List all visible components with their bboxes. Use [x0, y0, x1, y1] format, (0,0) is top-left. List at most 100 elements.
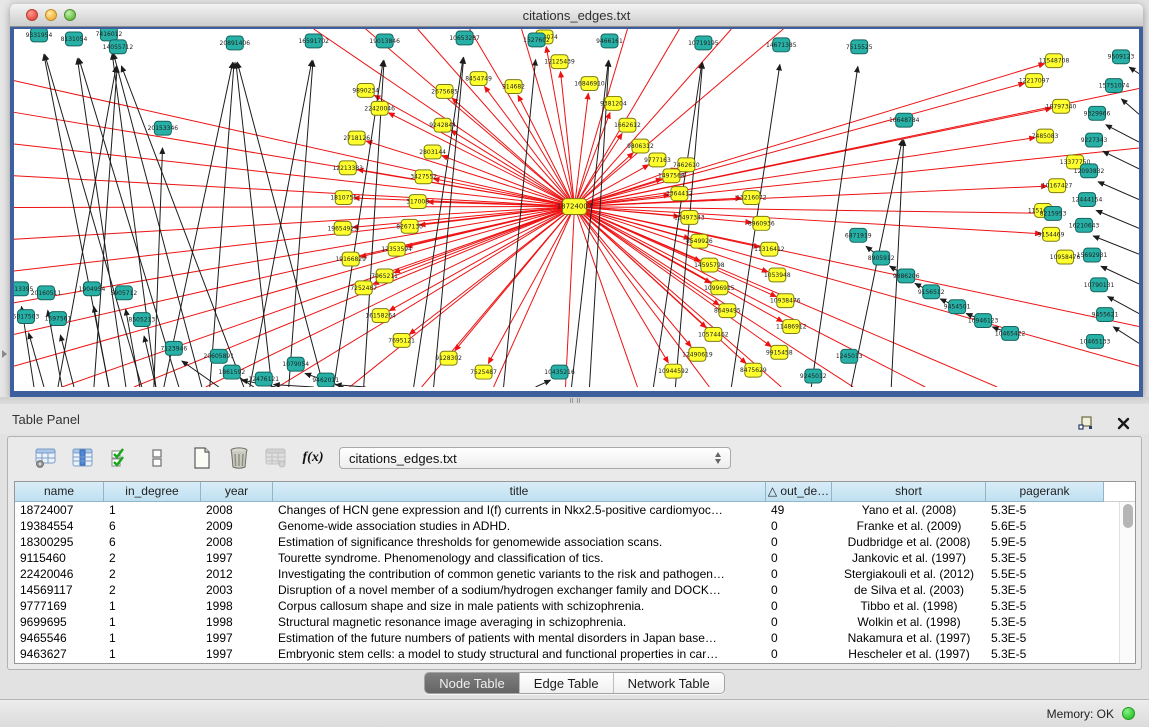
- graph-edge[interactable]: [452, 98, 574, 206]
- close-window-button[interactable]: [26, 9, 38, 21]
- function-builder-icon[interactable]: f(x): [301, 446, 325, 470]
- graph-edge[interactable]: [575, 207, 854, 387]
- node-table: namein_degreeyeartitle△ out_de…shortpage…: [14, 481, 1136, 664]
- tab-edge-table[interactable]: Edge Table: [520, 673, 614, 693]
- table-row[interactable]: 1830029562008Estimation of significance …: [15, 534, 1119, 550]
- graph-edge[interactable]: [206, 207, 575, 387]
- graph-node-label: 16591702: [298, 38, 329, 45]
- graph-edge[interactable]: [14, 81, 575, 207]
- graph-edge[interactable]: [29, 333, 44, 387]
- graph-node-label: 19654925: [327, 225, 358, 232]
- tab-node-table[interactable]: Node Table: [425, 673, 520, 693]
- table-cell: 0: [766, 534, 832, 550]
- graph-edge[interactable]: [575, 29, 628, 207]
- table-cell: 49: [766, 502, 832, 518]
- graph-edge[interactable]: [575, 207, 1044, 214]
- graph-edge[interactable]: [1096, 210, 1139, 228]
- graph-edge[interactable]: [1103, 151, 1139, 168]
- graph-edge[interactable]: [77, 59, 126, 387]
- graph-edge[interactable]: [488, 207, 574, 364]
- table-cell: 1: [104, 646, 201, 662]
- scrollbar-thumb[interactable]: [1123, 504, 1133, 528]
- table-cell: 6: [104, 518, 201, 534]
- column-header-title[interactable]: title: [273, 482, 766, 502]
- minimize-window-button[interactable]: [45, 9, 57, 21]
- delete-table-icon[interactable]: [227, 446, 251, 470]
- graph-node-label: 16648784: [889, 117, 920, 124]
- panel-splitter[interactable]: [0, 397, 1149, 404]
- graph-node-label: 7515525: [846, 44, 873, 51]
- column-header-outde[interactable]: △ out_de…: [766, 482, 832, 502]
- graph-edge[interactable]: [250, 61, 312, 387]
- graph-edge[interactable]: [811, 67, 858, 387]
- column-header-short[interactable]: short: [832, 482, 986, 502]
- graph-edge[interactable]: [1113, 327, 1139, 343]
- graph-node-label: 19013846: [369, 38, 400, 45]
- table-row[interactable]: 2242004622012Investigating the contribut…: [15, 566, 1119, 582]
- table-cell: Yano et al. (2008): [832, 502, 986, 518]
- graph-edge[interactable]: [14, 207, 575, 208]
- table-row[interactable]: 1456911722003Disruption of a novel membe…: [15, 582, 1119, 598]
- west-panel-collapse-strip[interactable]: [0, 0, 10, 397]
- graph-edge[interactable]: [485, 87, 575, 207]
- table-cell: 14569117: [15, 582, 104, 598]
- column-pair-icon[interactable]: [145, 446, 169, 470]
- graph-node-label: 14671385: [766, 42, 797, 49]
- column-header-pagerank[interactable]: pagerank: [986, 482, 1104, 502]
- table-cell: 1: [104, 502, 201, 518]
- graph-edge[interactable]: [575, 207, 669, 363]
- graph-node-label: 12476121: [249, 376, 280, 383]
- new-table-icon[interactable]: [190, 446, 214, 470]
- window-titlebar[interactable]: citations_edges.txt: [10, 4, 1143, 27]
- graph-edge[interactable]: [113, 53, 201, 387]
- column-header-indegree[interactable]: in_degree: [104, 482, 201, 502]
- graph-node-label: 2675685: [431, 88, 458, 95]
- show-columns-icon[interactable]: [71, 446, 95, 470]
- table-row[interactable]: 977716911998Corpus callosum shape and si…: [15, 598, 1119, 614]
- column-header-year[interactable]: year: [201, 482, 273, 502]
- graph-edge[interactable]: [58, 67, 116, 387]
- graph-edge[interactable]: [1098, 182, 1139, 200]
- graph-edge[interactable]: [575, 29, 732, 207]
- row-checks-icon[interactable]: [108, 446, 132, 470]
- graph-edge[interactable]: [536, 380, 551, 387]
- table-row[interactable]: 1938455462009Genome-wide association stu…: [15, 518, 1119, 534]
- graph-edge[interactable]: [94, 67, 117, 387]
- splitter-handle-icon[interactable]: [570, 398, 580, 403]
- graph-edge[interactable]: [14, 207, 575, 240]
- close-panel-icon[interactable]: [1111, 411, 1135, 435]
- graph-edge[interactable]: [353, 207, 575, 228]
- graph-edge[interactable]: [1122, 99, 1139, 114]
- table-cell: 2: [104, 582, 201, 598]
- graph-edge[interactable]: [1129, 67, 1139, 73]
- graph-node-label: 9381204: [600, 100, 627, 107]
- graph-edge[interactable]: [289, 61, 313, 387]
- tab-network-table[interactable]: Network Table: [614, 673, 724, 693]
- graph-edge[interactable]: [566, 207, 575, 387]
- graph-edge[interactable]: [575, 64, 1045, 207]
- table-mode-icon[interactable]: [34, 446, 58, 470]
- table-row[interactable]: 946362711997Embryonic stem cells: a mode…: [15, 646, 1119, 662]
- column-header-name[interactable]: name: [15, 482, 104, 502]
- network-graph[interactable]: 9890234224200462718126122133831810755196…: [14, 29, 1139, 387]
- network-view-window[interactable]: citations_edges.txt 98902342242004627181…: [10, 4, 1143, 397]
- graph-edge[interactable]: [366, 29, 575, 207]
- graph-edge[interactable]: [1106, 125, 1139, 142]
- graph-edge[interactable]: [572, 61, 609, 387]
- graph-node-label: 10435216: [544, 369, 575, 376]
- vertical-scrollbar[interactable]: [1119, 502, 1135, 663]
- table-selector-dropdown[interactable]: citations_edges.txt: [339, 447, 731, 469]
- graph-edge[interactable]: [278, 207, 575, 387]
- graph-edge[interactable]: [134, 207, 575, 387]
- table-cell: 1: [104, 614, 201, 630]
- table-row[interactable]: 1872400712008Changes of HCN gene express…: [15, 502, 1119, 518]
- zoom-window-button[interactable]: [64, 9, 76, 21]
- table-row[interactable]: 946554611997Estimation of the future num…: [15, 630, 1119, 646]
- table-row[interactable]: 969969511998Structural magnetic resonanc…: [15, 614, 1119, 630]
- table-cell: 2003: [201, 582, 273, 598]
- float-panel-icon[interactable]: [1073, 411, 1097, 435]
- graph-edge[interactable]: [891, 140, 903, 387]
- network-canvas[interactable]: 9890234224200462718126122133831810755196…: [14, 29, 1139, 391]
- table-row[interactable]: 911546021997Tourette syndrome. Phenomeno…: [15, 550, 1119, 566]
- graph-node-label: 10653287: [449, 35, 480, 42]
